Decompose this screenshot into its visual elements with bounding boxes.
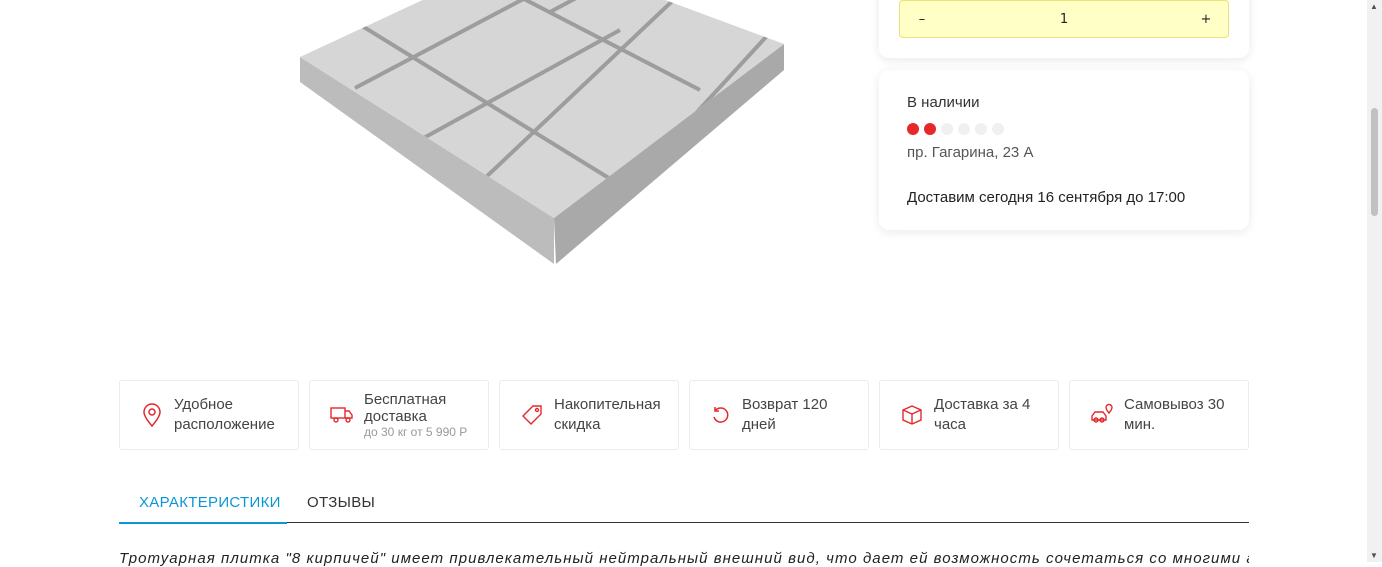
stock-level-dot bbox=[958, 123, 970, 135]
tab-reviews[interactable]: ОТЗЫВЫ bbox=[307, 494, 375, 511]
feature-label: Возврат 120 дней bbox=[742, 396, 828, 433]
car-pickup-icon bbox=[1091, 403, 1113, 423]
package-box-icon bbox=[902, 405, 922, 425]
features-row: Удобное расположение Бесплатная доставка… bbox=[119, 380, 1249, 450]
feature-free-delivery[interactable]: Бесплатная доставка до 30 кг от 5 990 Р bbox=[309, 380, 489, 450]
discount-tag-icon bbox=[522, 405, 542, 425]
quantity-value[interactable]: 1 bbox=[1060, 12, 1068, 27]
feature-label: Удобное расположение bbox=[174, 396, 275, 433]
stock-level-dot bbox=[992, 123, 1004, 135]
delivery-truck-icon bbox=[330, 407, 353, 423]
quantity-plus-button[interactable]: + bbox=[1198, 12, 1214, 27]
feature-label: Бесплатная доставка bbox=[364, 391, 447, 425]
scroll-down-arrow-icon[interactable]: ▼ bbox=[1370, 551, 1378, 560]
quantity-card: – 1 + bbox=[879, 0, 1249, 58]
feature-fast-delivery[interactable]: Доставка за 4 часа bbox=[879, 380, 1059, 450]
stock-level-dot bbox=[924, 123, 936, 135]
feature-pickup[interactable]: Самовывоз 30 мин. bbox=[1069, 380, 1249, 450]
stock-level-dot bbox=[975, 123, 987, 135]
stock-level-dot bbox=[907, 123, 919, 135]
page-scrollbar[interactable]: ▲ ▼ bbox=[1367, 0, 1382, 562]
delivery-date: Доставим сегодня 16 сентября до 17:00 bbox=[907, 189, 1186, 206]
feature-sublabel: до 30 кг от 5 990 Р bbox=[364, 425, 468, 439]
feature-label: Накопительная скидка bbox=[554, 396, 661, 433]
stock-status: В наличии bbox=[907, 94, 980, 111]
stock-level-indicator bbox=[907, 123, 1004, 135]
quantity-minus-button[interactable]: – bbox=[914, 12, 930, 27]
location-pin-icon bbox=[143, 403, 161, 428]
quantity-stepper[interactable]: – 1 + bbox=[899, 0, 1229, 38]
store-address: пр. Гагарина, 23 А bbox=[907, 144, 1034, 161]
stock-level-dot bbox=[941, 123, 953, 135]
feature-label: Доставка за 4 часа bbox=[934, 396, 1031, 433]
active-tab-indicator bbox=[119, 522, 287, 524]
product-image bbox=[280, 0, 820, 290]
feature-location[interactable]: Удобное расположение bbox=[119, 380, 299, 450]
scroll-up-arrow-icon[interactable]: ▲ bbox=[1370, 2, 1378, 11]
return-arrow-icon bbox=[713, 407, 729, 423]
tab-characteristics[interactable]: ХАРАКТЕРИСТИКИ bbox=[139, 494, 281, 511]
product-description: Тротуарная плитка "8 кирпичей" имеет при… bbox=[119, 550, 1249, 567]
feature-return[interactable]: Возврат 120 дней bbox=[689, 380, 869, 450]
stock-card: В наличии пр. Гагарина, 23 А Доставим се… bbox=[879, 70, 1249, 230]
feature-discount[interactable]: Накопительная скидка bbox=[499, 380, 679, 450]
scrollbar-thumb[interactable] bbox=[1371, 108, 1378, 216]
product-tabs: ХАРАКТЕРИСТИКИ ОТЗЫВЫ bbox=[119, 480, 1249, 524]
feature-label: Самовывоз 30 мин. bbox=[1124, 396, 1225, 433]
